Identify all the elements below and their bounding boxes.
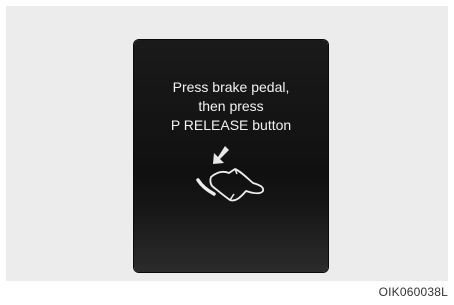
cluster-display: Press brake pedal, then press P RELEASE … <box>134 40 328 272</box>
message-line-2: then press <box>198 98 264 114</box>
figure-code: OIK060038L <box>378 285 448 299</box>
display-message: Press brake pedal, then press P RELEASE … <box>134 78 328 135</box>
press-arrow-icon <box>213 146 229 164</box>
pedal-icon <box>196 178 216 196</box>
message-line-1: Press brake pedal, <box>172 79 290 95</box>
brake-pedal-press-icon <box>196 146 265 202</box>
message-line-3: P RELEASE button <box>170 117 292 133</box>
